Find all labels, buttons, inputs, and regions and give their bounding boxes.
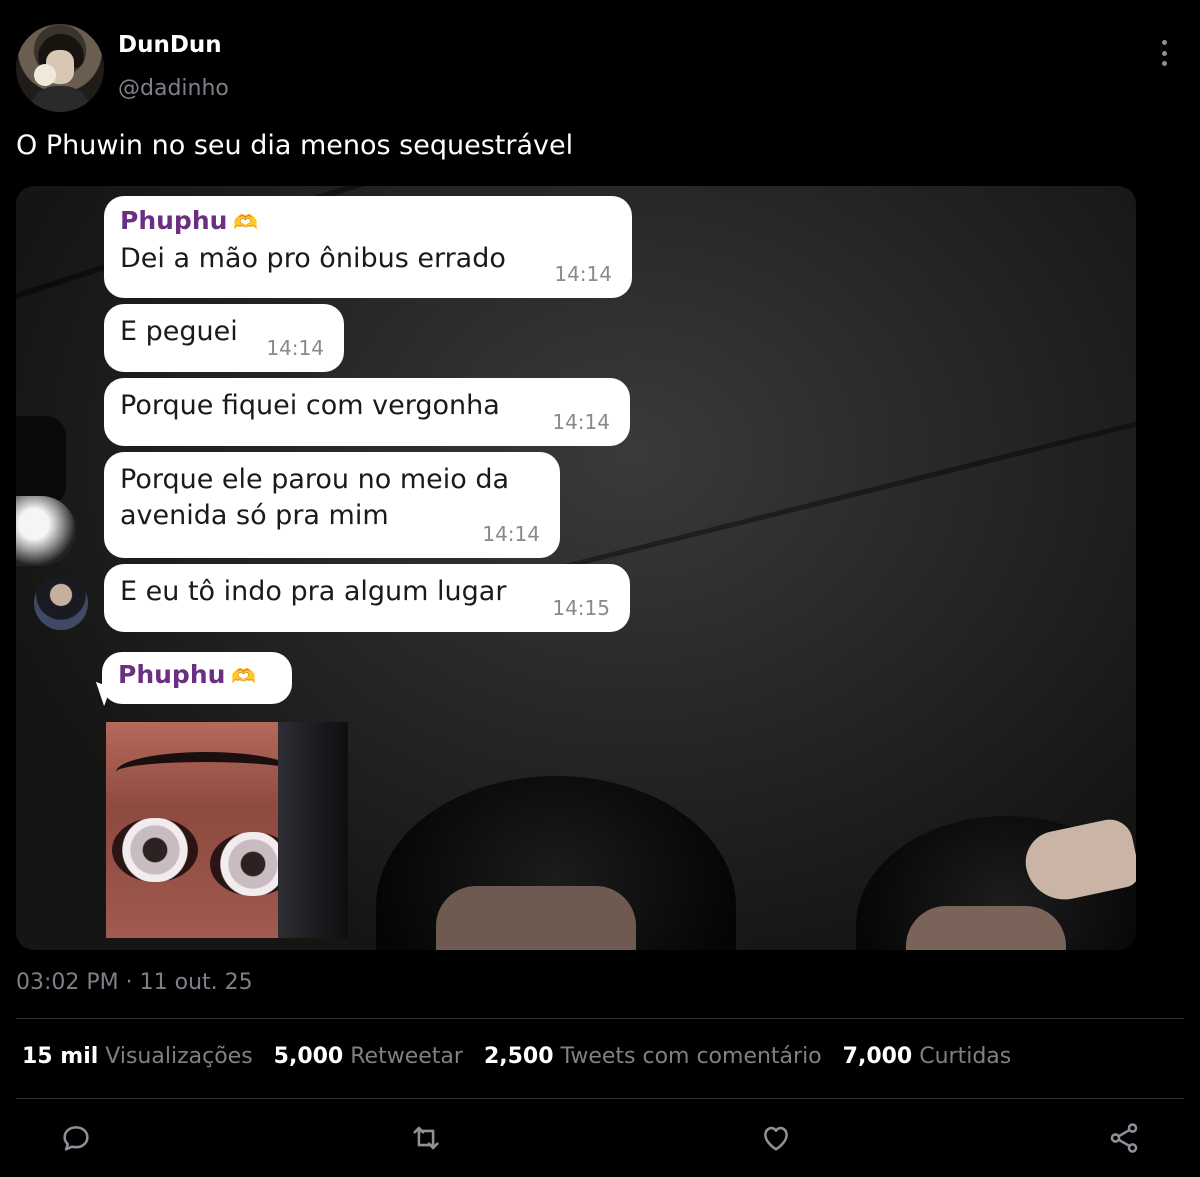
chat-bubble-4: Porque ele parou no meio da avenida só p… — [104, 452, 560, 558]
like-button[interactable] — [756, 1120, 796, 1156]
heart-hands-icon: 🫶 — [231, 664, 257, 688]
chat-message-time: 14:14 — [552, 410, 610, 434]
share-icon — [1110, 1123, 1138, 1153]
eyes-sticker — [106, 722, 348, 938]
tweet-time: 03:02 PM — [16, 970, 119, 995]
stat-views[interactable]: 15 mil Visualizações — [22, 1044, 253, 1069]
chat-bubble-6: Phuphu 🫶 — [102, 652, 292, 704]
tweet-text: O Phuwin no seu dia menos sequestrável — [16, 130, 574, 161]
author-name[interactable]: DunDun — [118, 32, 222, 58]
more-vertical-icon[interactable] — [1156, 40, 1172, 66]
chat-sender-name: Phuphu — [120, 206, 228, 235]
chat-bubble-3: Porque fiquei com vergonha 14:14 — [104, 378, 630, 446]
stat-quote-tweets[interactable]: 2,500 Tweets com comentário — [484, 1044, 822, 1069]
share-button[interactable] — [1104, 1120, 1144, 1156]
reply-icon — [63, 1126, 89, 1151]
tweet-timestamp[interactable]: 03:02 PM · 11 out. 25 — [16, 970, 253, 995]
author-handle[interactable]: @dadinho — [118, 76, 229, 101]
stat-count: 2,500 — [483, 1044, 554, 1069]
chat-message-time: 14:14 — [554, 262, 612, 286]
chat-message-text: E eu tô indo pra algum lugar — [120, 576, 507, 607]
reply-button[interactable] — [56, 1120, 96, 1156]
meta-separator: · — [125, 970, 133, 995]
stat-count: 15 mil — [22, 1044, 99, 1069]
chat-bubble-5: E eu tô indo pra algum lugar 14:15 — [104, 564, 630, 632]
chat-message-time: 14:14 — [482, 522, 540, 546]
stat-label: Visualizações — [105, 1044, 253, 1069]
divider — [16, 1098, 1184, 1099]
stat-count: 5,000 — [273, 1044, 344, 1069]
chat-message-text: Porque ele parou no meio da avenida só p… — [120, 464, 510, 531]
chat-message-text: E peguei — [120, 316, 238, 347]
chat-message-text: Porque fiquei com vergonha — [120, 390, 500, 421]
retweet-icon — [413, 1126, 439, 1150]
tweet-stats: 15 mil Visualizações 5,000 Retweetar 2,5… — [22, 1044, 1025, 1069]
chat-message-time: 14:14 — [266, 336, 324, 360]
stat-label: Tweets com comentário — [560, 1044, 822, 1069]
tweet-date: 11 out. 25 — [139, 970, 253, 995]
chat-bubble-1: Phuphu 🫶 Dei a mão pro ônibus errado 14:1… — [104, 196, 632, 298]
stat-likes[interactable]: 7,000 Curtidas — [843, 1044, 1012, 1069]
stat-label: Curtidas — [919, 1044, 1012, 1069]
stat-count: 7,000 — [842, 1044, 913, 1069]
chat-message-text: Dei a mão pro ônibus errado — [120, 243, 506, 274]
avatar[interactable] — [16, 24, 104, 112]
heart-hands-icon: 🫶 — [233, 210, 259, 234]
stat-label: Retweetar — [350, 1044, 463, 1069]
heart-icon — [764, 1126, 788, 1151]
tweet-media[interactable]: Phuphu 🫶 Dei a mão pro ônibus errado 14:1… — [16, 186, 1136, 950]
stat-retweets[interactable]: 5,000 Retweetar — [274, 1044, 463, 1069]
chat-sender-name: Phuphu — [118, 660, 226, 689]
divider — [16, 1018, 1184, 1019]
chat-bubble-2: E peguei 14:14 — [104, 304, 344, 372]
chat-message-time: 14:15 — [552, 596, 610, 620]
chat-avatar — [34, 576, 88, 630]
retweet-button[interactable] — [406, 1120, 446, 1156]
